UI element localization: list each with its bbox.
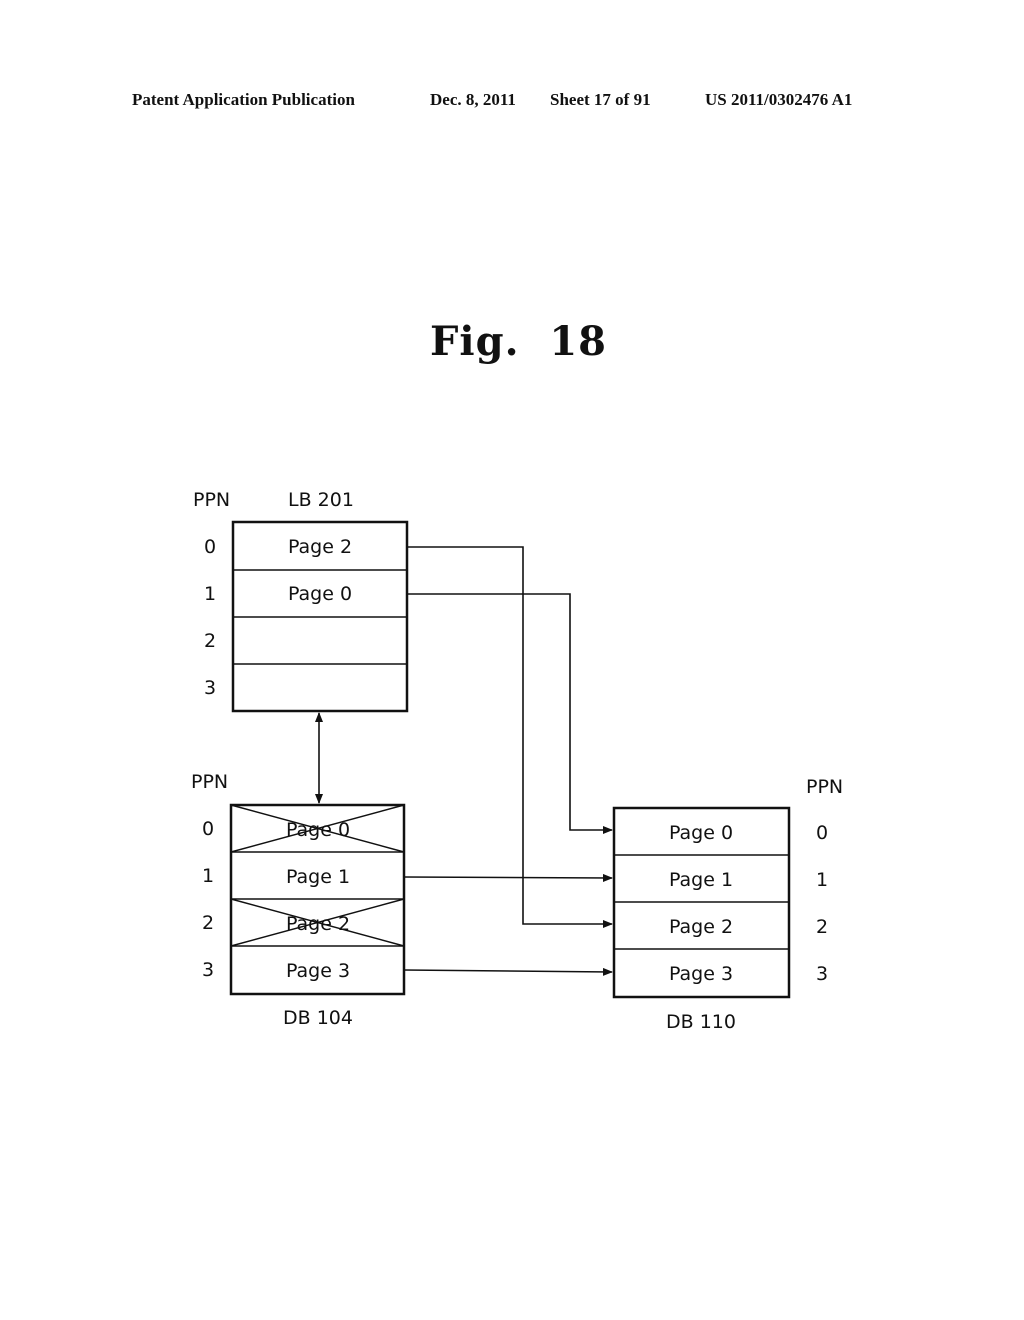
db104-invalid-mark-2 [230,898,405,947]
lb201-label: LB 201 [288,489,354,511]
block-db104: PPN 0 1 2 3 Page 0 Page 1 Page 2 Page 3 … [191,771,406,1029]
lb201-ppn-1: 1 [204,583,216,605]
lb201-ppn-2: 2 [204,630,216,652]
lb201-ppn-0: 0 [204,536,216,558]
db104-label: DB 104 [283,1007,353,1029]
db110-ppn-0: 0 [816,822,828,844]
arrow-db104-page1-to-db110-ppn1 [403,873,613,882]
db110-cell-1: Page 1 [669,869,733,891]
db104-ppn-3: 3 [202,959,214,981]
db104-ppn-1: 1 [202,865,214,887]
block-mapping-diagram: PPN LB 201 0 1 2 3 Page 2 Page 0 PPN 0 1… [191,489,843,1033]
db104-ppn-0: 0 [202,818,214,840]
db110-cell-0: Page 0 [669,822,733,844]
db104-invalid-mark-0 [230,804,405,853]
lb201-ppn-header: PPN [193,489,230,511]
db104-cell-3: Page 3 [286,960,350,982]
block-lb201: PPN LB 201 0 1 2 3 Page 2 Page 0 [193,489,409,713]
db104-ppn-2: 2 [202,912,214,934]
arrow-lb201-page0-to-db110-ppn0 [407,593,613,834]
db110-cell-2: Page 2 [669,916,733,938]
lb201-ppn-3: 3 [204,677,216,699]
db104-ppn-header: PPN [191,771,228,793]
db110-ppn-1: 1 [816,869,828,891]
db110-cell-3: Page 3 [669,963,733,985]
db110-ppn-2: 2 [816,916,828,938]
db110-label: DB 110 [666,1011,736,1033]
arrow-db104-page3-to-db110-ppn3 [403,967,613,976]
db110-ppn-header: PPN [806,776,843,798]
block-db110: PPN Page 0 Page 1 Page 2 Page 3 0 1 2 3 … [612,776,843,1033]
lb201-cell-1: Page 0 [288,583,352,605]
db104-cell-1: Page 1 [286,866,350,888]
lb201-cell-0: Page 2 [288,536,352,558]
db110-ppn-3: 3 [816,963,828,985]
arrow-lb201-page2-to-db110-ppn2 [407,546,613,928]
